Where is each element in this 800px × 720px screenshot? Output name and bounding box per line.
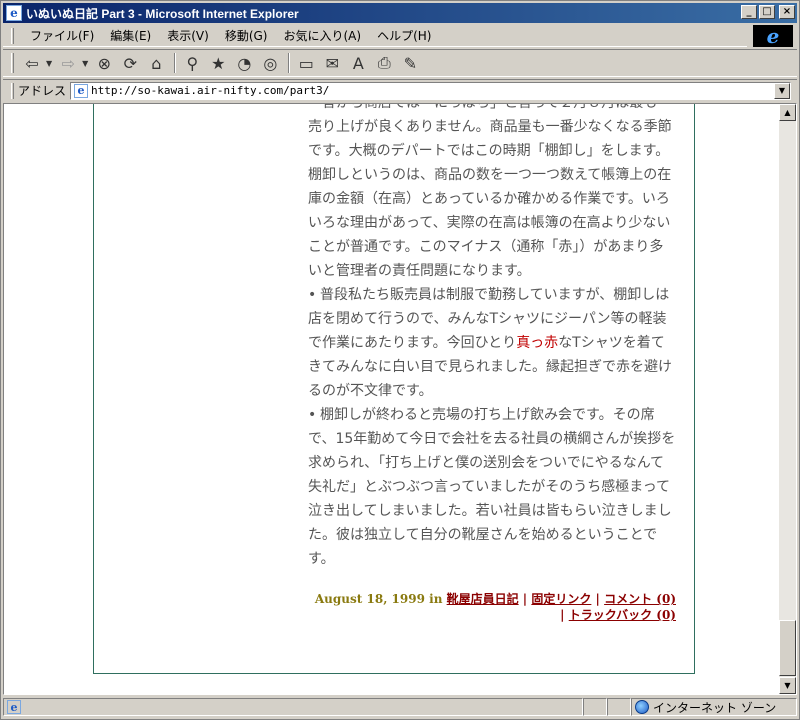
home-icon[interactable]: ⌂ bbox=[144, 51, 168, 75]
comments-link[interactable]: コメント (0) bbox=[604, 592, 676, 606]
minimize-button[interactable]: _ bbox=[741, 5, 757, 19]
fullscreen-icon[interactable]: ▭ bbox=[294, 51, 318, 75]
footer-sep: | bbox=[560, 608, 569, 622]
favorites-icon[interactable]: ★ bbox=[206, 51, 230, 75]
entry-paragraph-2: • 普段私たち販売員は制服で勤務していますが、棚卸しは店を閉めて行うので、みんなT… bbox=[308, 283, 676, 403]
entry-paragraph-3-text: 棚卸しが終わると売場の打ち上げ飲み会です。その席で、15年勤めて今日で会社を去る… bbox=[308, 407, 676, 567]
bullet-icon: • bbox=[308, 407, 317, 423]
entry-date: August 18, 1999 bbox=[314, 592, 425, 606]
toolbar-separator bbox=[288, 53, 291, 73]
trackback-link[interactable]: トラックバック (0) bbox=[569, 608, 676, 622]
menu-go[interactable]: 移動(G) bbox=[217, 25, 276, 46]
scroll-up-icon[interactable]: ▲ bbox=[779, 104, 796, 121]
menu-edit[interactable]: 編集(E) bbox=[102, 25, 159, 46]
forward-icon[interactable]: ⇨ bbox=[56, 51, 80, 75]
entry-paragraph-1: 売り上げが良くありません。商品量も一番少なくなる季節です。大概のデパートではこの… bbox=[308, 119, 672, 279]
vertical-scrollbar[interactable]: ▲ ▼ bbox=[779, 104, 796, 694]
back-icon[interactable]: ⇦ bbox=[20, 51, 44, 75]
font-icon[interactable]: A bbox=[346, 51, 370, 75]
menu-file[interactable]: ファイル(F) bbox=[22, 25, 102, 46]
entry-highlight-red: 真っ赤 bbox=[516, 335, 559, 351]
window-title: いぬいぬ日記 Part 3 - Microsoft Internet Explo… bbox=[26, 6, 299, 21]
globe-icon bbox=[635, 700, 649, 714]
status-main: e bbox=[3, 698, 583, 716]
menu-view[interactable]: 表示(V) bbox=[159, 25, 217, 46]
browser-window: e いぬいぬ日記 Part 3 - Microsoft Internet Exp… bbox=[0, 0, 800, 720]
maximize-button[interactable]: □ bbox=[759, 5, 775, 19]
status-zone: インターネット ゾーン bbox=[631, 698, 797, 716]
zone-label: インターネット ゾーン bbox=[653, 700, 777, 715]
page-icon: e bbox=[74, 83, 89, 98]
status-page-icon: e bbox=[7, 700, 21, 714]
toolbar-grip[interactable] bbox=[11, 53, 14, 73]
menu-grip[interactable] bbox=[11, 27, 14, 44]
page-viewport[interactable]: ・昔から商店では「にっぱち」と言って２月８月は最も 売り上げが良くありません。商… bbox=[3, 103, 797, 695]
channels-icon[interactable]: ◎ bbox=[258, 51, 282, 75]
entry-paragraph-3: • 棚卸しが終わると売場の打ち上げ飲み会です。その席で、15年勤めて今日で会社を去… bbox=[308, 403, 676, 571]
edit-icon[interactable]: ✎ bbox=[398, 51, 422, 75]
entry-body: ・昔から商店では「にっぱち」と言って２月８月は最も 売り上げが良くありません。商… bbox=[308, 103, 676, 571]
menu-favorites[interactable]: お気に入り(A) bbox=[275, 25, 369, 46]
toolbar: ⇦ ▼ ⇨ ▼ ⊗ ⟳ ⌂ ⚲ ★ ◔ ◎ ▭ ✉ A ⎙ ✎ bbox=[3, 49, 797, 77]
window-controls: _ □ × bbox=[741, 5, 795, 19]
forward-dropdown-icon[interactable]: ▼ bbox=[82, 59, 88, 68]
entry-line-cut: ・昔から商店では「にっぱち」と言って２月８月は最も bbox=[308, 103, 676, 115]
bullet-icon: • bbox=[308, 287, 317, 303]
close-button[interactable]: × bbox=[779, 5, 795, 19]
toolbar-separator bbox=[174, 53, 177, 73]
menu-help[interactable]: ヘルプ(H) bbox=[369, 25, 439, 46]
print-icon[interactable]: ⎙ bbox=[372, 51, 396, 75]
entry-footer: August 18, 1999 in 靴屋店員日記 | 固定リンク | コメント… bbox=[308, 591, 676, 623]
search-icon[interactable]: ⚲ bbox=[180, 51, 204, 75]
entry-line-cut-text: ・昔から商店では「にっぱち」と言って２月８月は最も bbox=[308, 103, 658, 111]
refresh-icon[interactable]: ⟳ bbox=[118, 51, 142, 75]
address-grip[interactable] bbox=[11, 82, 14, 99]
category-link[interactable]: 靴屋店員日記 bbox=[447, 592, 519, 606]
back-dropdown-icon[interactable]: ▼ bbox=[46, 59, 52, 68]
stop-icon[interactable]: ⊗ bbox=[92, 51, 116, 75]
entry-in: in bbox=[424, 592, 447, 606]
scroll-thumb[interactable] bbox=[779, 620, 796, 676]
status-bar: e インターネット ゾーン bbox=[3, 697, 797, 717]
footer-sep: | bbox=[518, 592, 532, 606]
address-label: アドレス bbox=[18, 84, 67, 98]
status-blank bbox=[607, 698, 631, 716]
address-bar: アドレス e ▼ bbox=[3, 79, 797, 101]
history-icon[interactable]: ◔ bbox=[232, 51, 256, 75]
menu-bar: ファイル(F) 編集(E) 表示(V) 移動(G) お気に入り(A) ヘルプ(H… bbox=[3, 25, 747, 47]
address-input[interactable] bbox=[91, 84, 774, 97]
address-field[interactable]: e ▼ bbox=[70, 81, 791, 100]
scroll-down-icon[interactable]: ▼ bbox=[779, 677, 796, 694]
ie-page-icon: e bbox=[6, 5, 22, 21]
title-bar: e いぬいぬ日記 Part 3 - Microsoft Internet Exp… bbox=[3, 3, 797, 23]
address-dropdown-icon[interactable]: ▼ bbox=[774, 82, 790, 99]
ie-logo-icon: e bbox=[753, 24, 793, 48]
mail-icon[interactable]: ✉ bbox=[320, 51, 344, 75]
footer-sep: | bbox=[591, 592, 605, 606]
permalink-link[interactable]: 固定リンク bbox=[531, 592, 591, 606]
status-blank bbox=[583, 698, 607, 716]
entry-box: ・昔から商店では「にっぱち」と言って２月８月は最も 売り上げが良くありません。商… bbox=[93, 103, 695, 674]
